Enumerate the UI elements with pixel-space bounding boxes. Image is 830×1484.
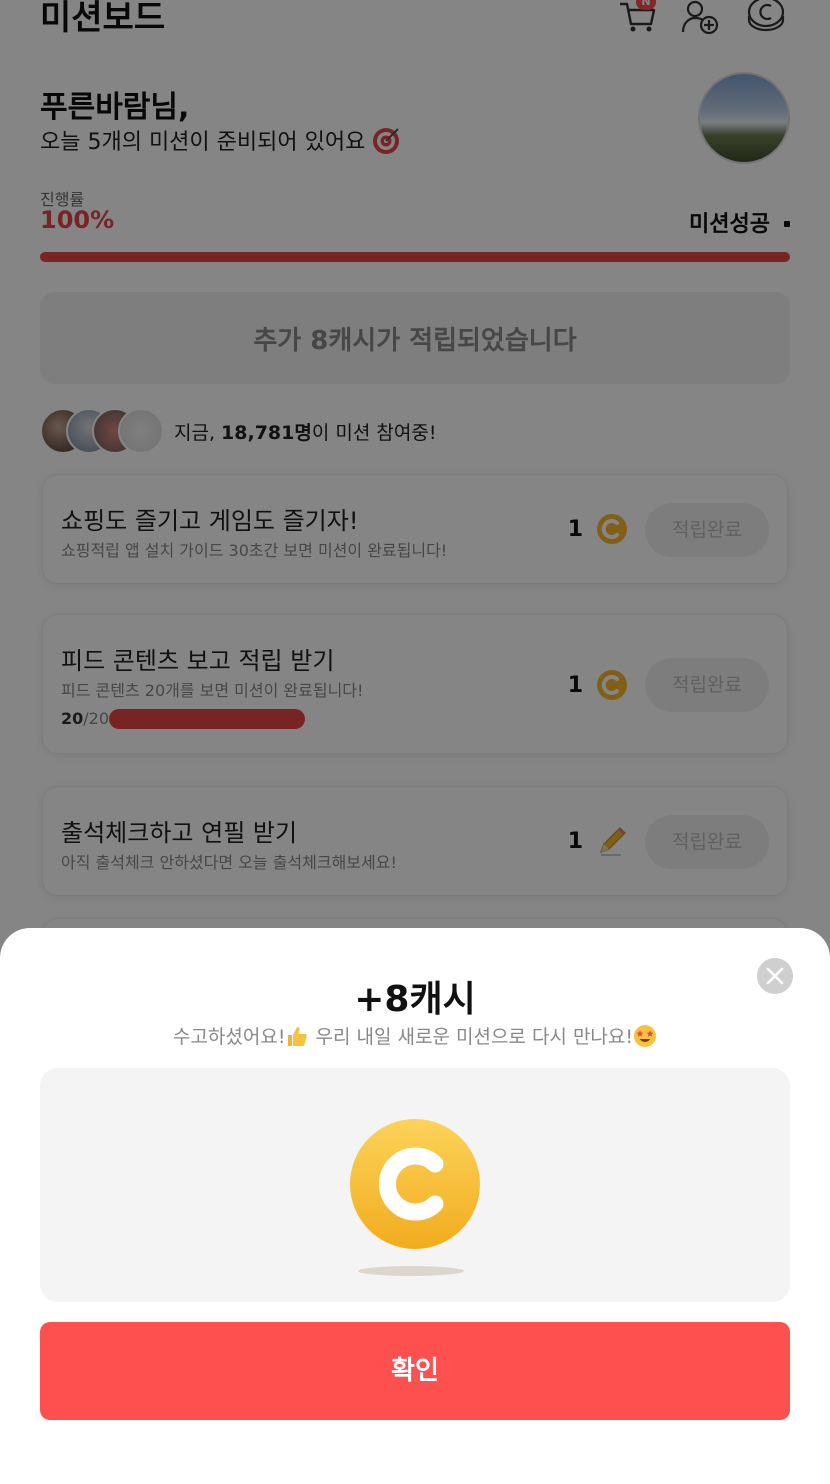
- coin-icon: [350, 1119, 480, 1249]
- reward-subtitle-b: 우리 내일 새로운 미션으로 다시 만나요!: [309, 1026, 634, 1048]
- reward-title: +8캐시: [354, 979, 476, 1020]
- coin-shadow: [358, 1266, 464, 1276]
- reward-subtitle: 수고하셨어요! 우리 내일 새로운 미션으로 다시 만나요!: [0, 1022, 830, 1049]
- star-struck-icon: [634, 1025, 657, 1047]
- confirm-button[interactable]: 확인: [40, 1322, 790, 1420]
- thumbs-up-icon: [288, 1027, 308, 1046]
- reward-subtitle-a: 수고하셨어요!: [172, 1026, 286, 1048]
